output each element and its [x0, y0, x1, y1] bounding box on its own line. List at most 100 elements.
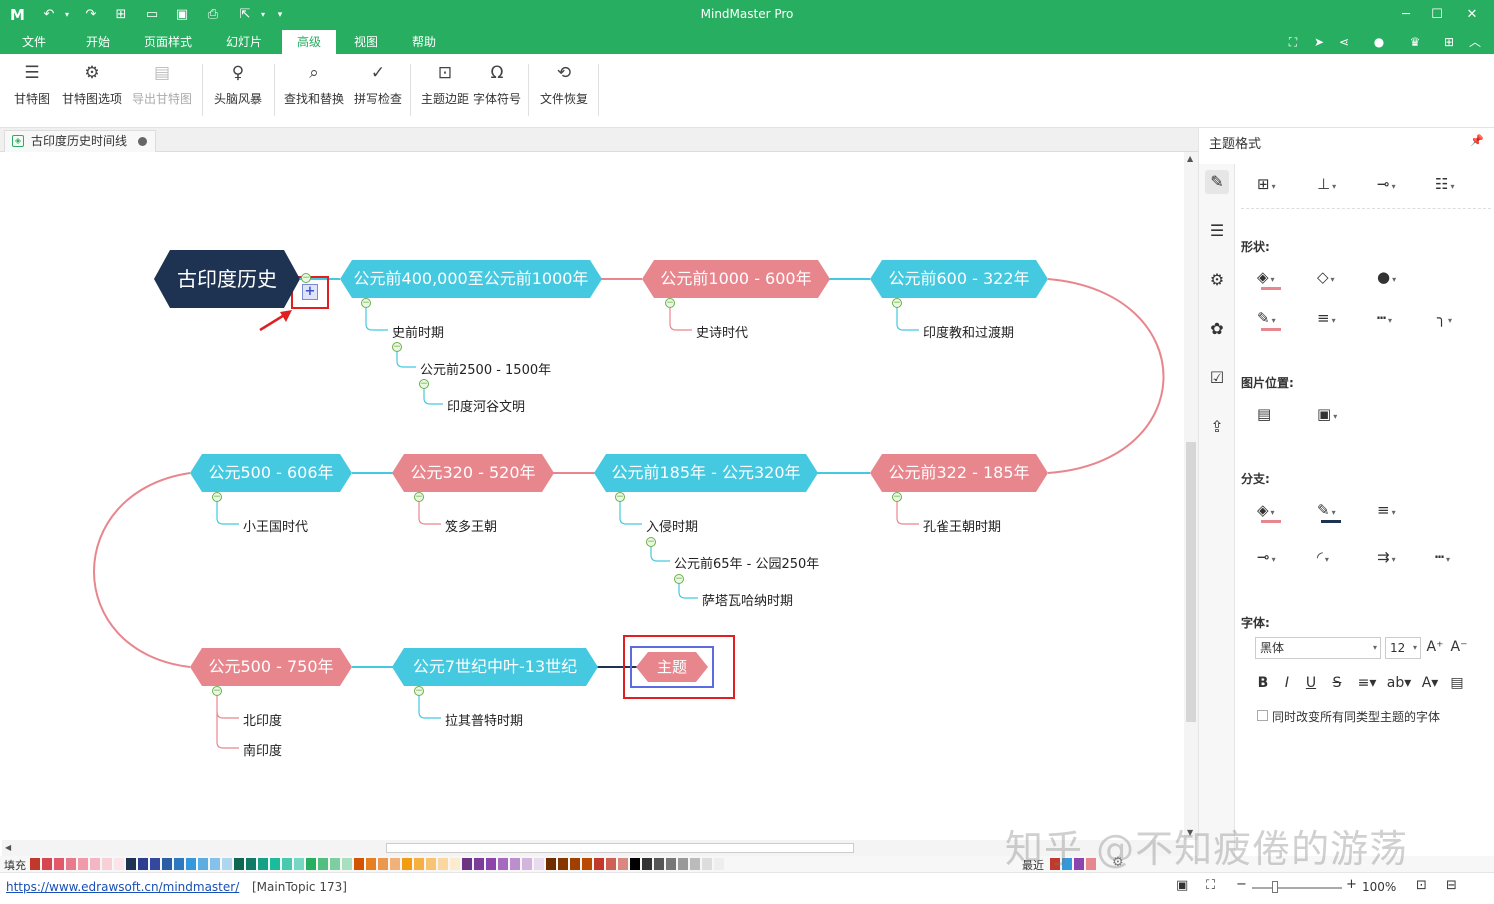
color-swatch[interactable] — [234, 858, 244, 870]
file-recovery-button[interactable]: ⟲ 文件恢复 — [536, 62, 592, 118]
unsaved-indicator-icon[interactable] — [138, 137, 147, 146]
share-icon[interactable]: ⋖ — [1335, 33, 1353, 51]
color-swatch[interactable] — [78, 858, 88, 870]
color-swatch[interactable] — [486, 858, 496, 870]
border-dash-icon[interactable]: ┅ ▾ — [1377, 306, 1409, 330]
underline-icon[interactable]: U — [1301, 673, 1321, 693]
image-position-icon[interactable]: ▣ ▾ — [1317, 402, 1349, 426]
menu-slides[interactable]: 幻灯片 — [214, 30, 274, 54]
collapse-toggle-icon[interactable]: − — [212, 686, 222, 696]
color-swatch[interactable] — [186, 858, 196, 870]
structure-icon[interactable]: ⊥ ▾ — [1317, 172, 1349, 196]
border-color-icon[interactable]: ✎ ▾ — [1257, 306, 1289, 331]
collapse-toggle-icon[interactable]: − — [419, 379, 429, 389]
fit-page-icon[interactable]: ▣ — [1176, 878, 1188, 893]
main-topic[interactable]: 公元前185年 - 公元320年 — [594, 454, 818, 492]
color-swatch[interactable] — [426, 858, 436, 870]
color-swatch[interactable] — [546, 858, 556, 870]
main-topic[interactable]: 公元7世纪中叶-13世纪 — [392, 648, 598, 686]
color-swatch[interactable] — [414, 858, 424, 870]
maximize-icon[interactable]: ☐ — [1427, 5, 1447, 25]
user-avatar[interactable]: ● — [1366, 33, 1392, 51]
zoom-slider[interactable] — [1252, 887, 1342, 889]
color-swatch[interactable] — [690, 858, 700, 870]
color-swatch[interactable] — [402, 858, 412, 870]
collapse-toggle-icon[interactable]: − — [392, 342, 402, 352]
document-tab[interactable]: ◈ 古印度历史时间线 — [4, 130, 156, 152]
color-swatch[interactable] — [438, 858, 448, 870]
color-swatch[interactable] — [522, 858, 532, 870]
main-topic[interactable]: 公元前322 - 185年 — [870, 454, 1048, 492]
subtopic[interactable]: 萨塔瓦哈纳时期 — [702, 590, 793, 609]
subtopic[interactable]: 公元前65年 - 公园250年 — [674, 553, 819, 572]
topic-margin-button[interactable]: ⊡ 主题边距 — [418, 62, 472, 118]
decrease-font-icon[interactable]: A⁻ — [1449, 637, 1469, 657]
strikethrough-icon[interactable]: S — [1327, 673, 1347, 693]
find-replace-button[interactable]: ⌕ 查找和替换 — [282, 62, 346, 118]
presentation-icon[interactable]: ⊡ — [1416, 878, 1427, 893]
mindmap-canvas[interactable]: 古印度历史 + − 公元前400,000至公元前1000年 公元前1000 - … — [2, 152, 1184, 840]
color-swatch[interactable] — [90, 858, 100, 870]
subtopic[interactable]: 小王国时代 — [243, 516, 308, 535]
vertical-scrollbar[interactable]: ▲ ▼ — [1184, 152, 1198, 840]
branch-weight-icon[interactable]: ≡ ▾ — [1377, 498, 1409, 522]
image-left-icon[interactable]: ▤ — [1257, 402, 1289, 426]
collapse-toggle-icon[interactable]: − — [414, 492, 424, 502]
color-swatch[interactable] — [198, 858, 208, 870]
branch-connector-icon[interactable]: ⊸ ▾ — [1257, 545, 1289, 569]
collapse-toggle-icon[interactable]: − — [615, 492, 625, 502]
format-brush-icon[interactable]: ✎ — [1205, 170, 1229, 194]
zoom-in-icon[interactable]: + — [1346, 877, 1357, 892]
color-swatch[interactable] — [330, 858, 340, 870]
color-swatch[interactable] — [138, 858, 148, 870]
task-icon[interactable]: ☑ — [1205, 366, 1229, 390]
corner-icon[interactable]: ╮ ▾ — [1437, 306, 1469, 330]
font-family-select[interactable]: 黑体 ▾ — [1255, 637, 1381, 659]
close-icon[interactable]: ✕ — [1462, 5, 1482, 25]
text-box-icon[interactable]: ▤ — [1447, 673, 1467, 693]
color-swatch[interactable] — [246, 858, 256, 870]
fill-color-icon[interactable]: ◈ ▾ — [1257, 265, 1289, 290]
main-topic[interactable]: 公元500 - 606年 — [190, 454, 352, 492]
menu-help[interactable]: 帮助 — [402, 30, 446, 54]
color-swatch[interactable] — [534, 858, 544, 870]
branch-dash-icon[interactable]: ┅ ▾ — [1435, 545, 1467, 569]
color-swatch[interactable] — [390, 858, 400, 870]
subtopic[interactable]: 印度教和过渡期 — [923, 322, 1014, 341]
color-swatch[interactable] — [354, 858, 364, 870]
subtopic[interactable]: 北印度 — [243, 710, 282, 729]
collapse-toggle-icon[interactable]: − — [892, 492, 902, 502]
subtopic[interactable]: 笈多王朝 — [445, 516, 497, 535]
subtopic[interactable]: 史前时期 — [392, 322, 444, 341]
bold-icon[interactable]: B — [1253, 673, 1273, 693]
color-swatch[interactable] — [606, 858, 616, 870]
color-swatch[interactable] — [162, 858, 172, 870]
main-topic[interactable]: 公元前1000 - 600年 — [642, 260, 830, 298]
color-swatch[interactable] — [678, 858, 688, 870]
send-icon[interactable]: ➤ — [1310, 33, 1328, 51]
main-topic[interactable]: 公元500 - 750年 — [190, 648, 352, 686]
collapse-toggle-icon[interactable]: − — [665, 298, 675, 308]
branch-fill-icon[interactable]: ◈ ▾ — [1257, 498, 1289, 523]
shadow-icon[interactable]: ● ▾ — [1377, 265, 1409, 289]
color-swatch[interactable] — [258, 858, 268, 870]
collapse-toggle-icon[interactable]: − — [361, 298, 371, 308]
connector-style-icon[interactable]: ⊸ ▾ — [1377, 172, 1409, 196]
subtopic[interactable]: 孔雀王朝时期 — [923, 516, 1001, 535]
increase-font-icon[interactable]: A⁺ — [1425, 637, 1445, 657]
color-swatch[interactable] — [558, 858, 568, 870]
color-swatch[interactable] — [714, 858, 724, 870]
main-topic[interactable]: 公元前600 - 322年 — [870, 260, 1048, 298]
color-swatch[interactable] — [270, 858, 280, 870]
scroll-thumb[interactable] — [386, 843, 854, 853]
collapse-toggle-icon[interactable]: − — [212, 492, 222, 502]
subtopic[interactable]: 印度河谷文明 — [447, 396, 525, 415]
color-swatch[interactable] — [378, 858, 388, 870]
menu-advanced[interactable]: 高级 — [282, 30, 336, 54]
align-icon[interactable]: ≡▾ — [1353, 673, 1381, 693]
color-swatch[interactable] — [174, 858, 184, 870]
gantt-options-button[interactable]: ⚙ 甘特图选项 — [60, 62, 124, 118]
color-swatch[interactable] — [54, 858, 64, 870]
branch-line-color-icon[interactable]: ✎ ▾ — [1317, 498, 1349, 523]
scroll-up-icon[interactable]: ▲ — [1187, 154, 1193, 163]
